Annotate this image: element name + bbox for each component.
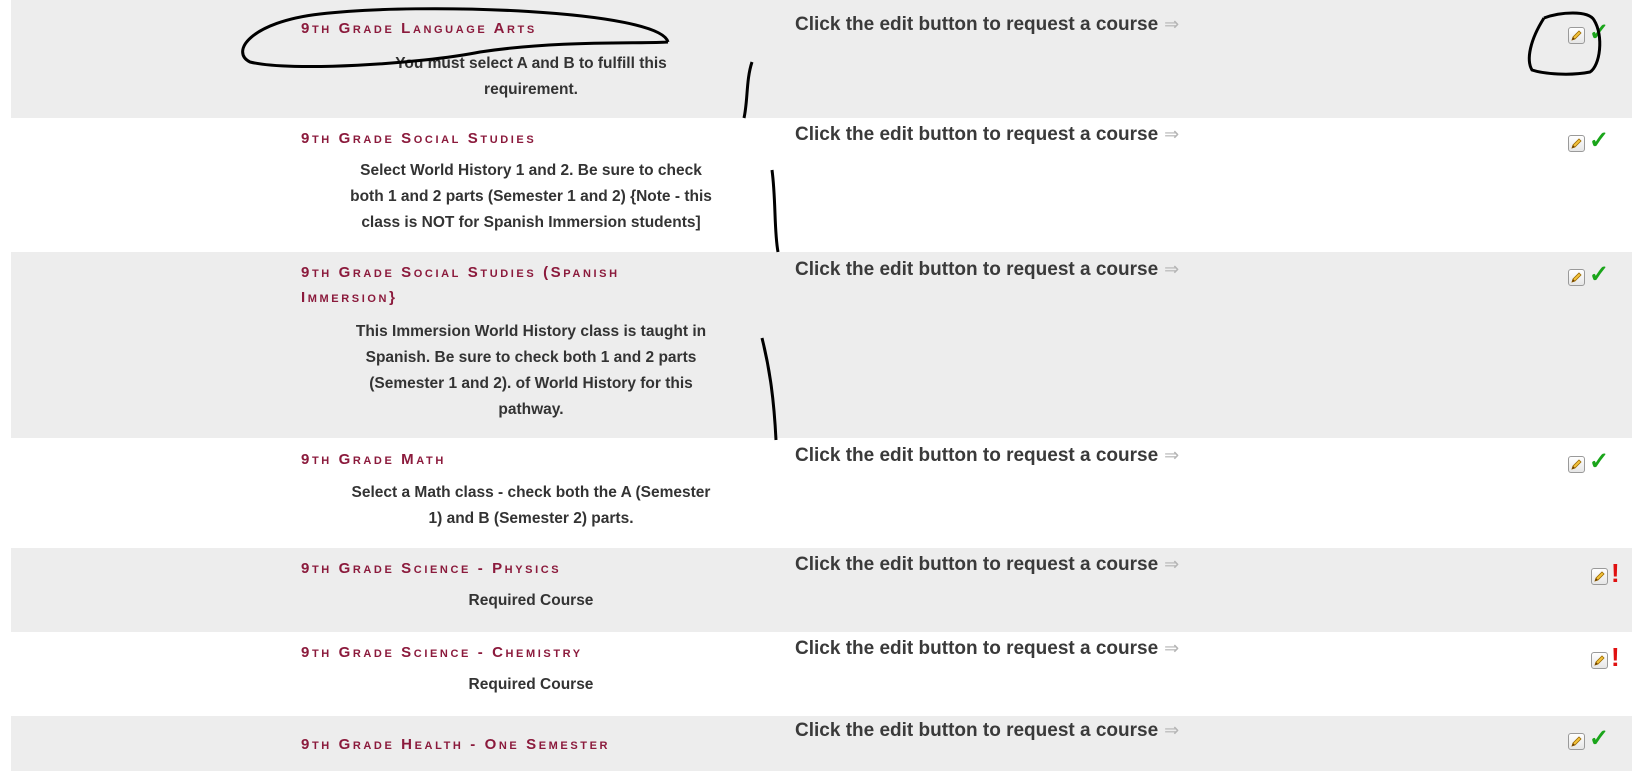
pencil-icon [1594,655,1605,666]
course-description: This Immersion World History class is ta… [355,323,707,418]
course-title: 9th Grade Language Arts [301,20,537,37]
exclamation-icon: ! [1611,558,1620,588]
course-title: 9th Grade Science - Chemistry [301,644,583,661]
course-description: Select a Math class - check both the A (… [351,484,711,527]
course-title: 9th Grade Math [301,451,446,468]
pencil-icon [1571,30,1582,41]
arrow-right-icon: ⇒ [1164,554,1180,574]
check-icon: ✓ [1589,448,1610,475]
request-course-label: Click the edit button to request a cours… [795,720,1180,741]
request-course-label: Click the edit button to request a cours… [795,259,1180,280]
edit-button[interactable] [1568,135,1585,152]
request-course-label: Click the edit button to request a cours… [795,638,1180,659]
arrow-right-icon: ⇒ [1164,259,1180,279]
course-title: 9th Grade Social Studies [301,130,537,147]
arrow-right-icon: ⇒ [1164,638,1180,658]
pencil-icon [1571,272,1582,283]
course-title: 9th Grade Science - Physics [301,560,562,577]
check-icon: ✓ [1589,127,1610,154]
course-description: Required Course [468,676,594,693]
pencil-icon [1571,459,1582,470]
pencil-icon [1571,736,1582,747]
edit-button[interactable] [1568,269,1585,286]
exclamation-icon: ! [1611,642,1620,672]
table-row: 9th Grade Language Arts You must select … [11,0,1632,119]
table-row: 9th Grade Science - Chemistry Required C… [11,632,1632,717]
edit-button[interactable] [1568,733,1585,750]
table-row: 9th Grade Science - Physics Required Cou… [11,548,1632,633]
check-icon: ✓ [1589,261,1610,288]
course-description: Required Course [468,592,594,609]
request-course-label: Click the edit button to request a cours… [795,124,1180,145]
arrow-right-icon: ⇒ [1164,14,1180,34]
course-description: You must select A and B to fulfill this … [395,55,667,98]
arrow-right-icon: ⇒ [1164,445,1180,465]
arrow-right-icon: ⇒ [1164,720,1180,740]
arrow-right-icon: ⇒ [1164,124,1180,144]
course-title: 9th Grade Health - One Semester [301,736,611,753]
table-row: 9th Grade Math Select a Math class - che… [11,438,1632,549]
table-row: 9th Grade Health - One Semester Click th… [11,716,1632,772]
table-row: 9th Grade Social Studies (Spanish Immers… [11,252,1632,439]
table-row: 9th Grade Social Studies Select World Hi… [11,118,1632,253]
request-course-label: Click the edit button to request a cours… [795,554,1180,575]
course-title: 9th Grade Social Studies (Spanish Immers… [301,264,620,306]
check-icon: ✓ [1589,725,1610,752]
edit-button[interactable] [1591,568,1608,585]
request-course-label: Click the edit button to request a cours… [795,445,1180,466]
edit-button[interactable] [1568,27,1585,44]
edit-button[interactable] [1568,456,1585,473]
pencil-icon [1571,138,1582,149]
pencil-icon [1594,571,1605,582]
request-course-label: Click the edit button to request a cours… [795,14,1180,35]
edit-button[interactable] [1591,652,1608,669]
course-description: Select World History 1 and 2. Be sure to… [350,162,712,231]
check-icon: ✓ [1589,19,1610,46]
